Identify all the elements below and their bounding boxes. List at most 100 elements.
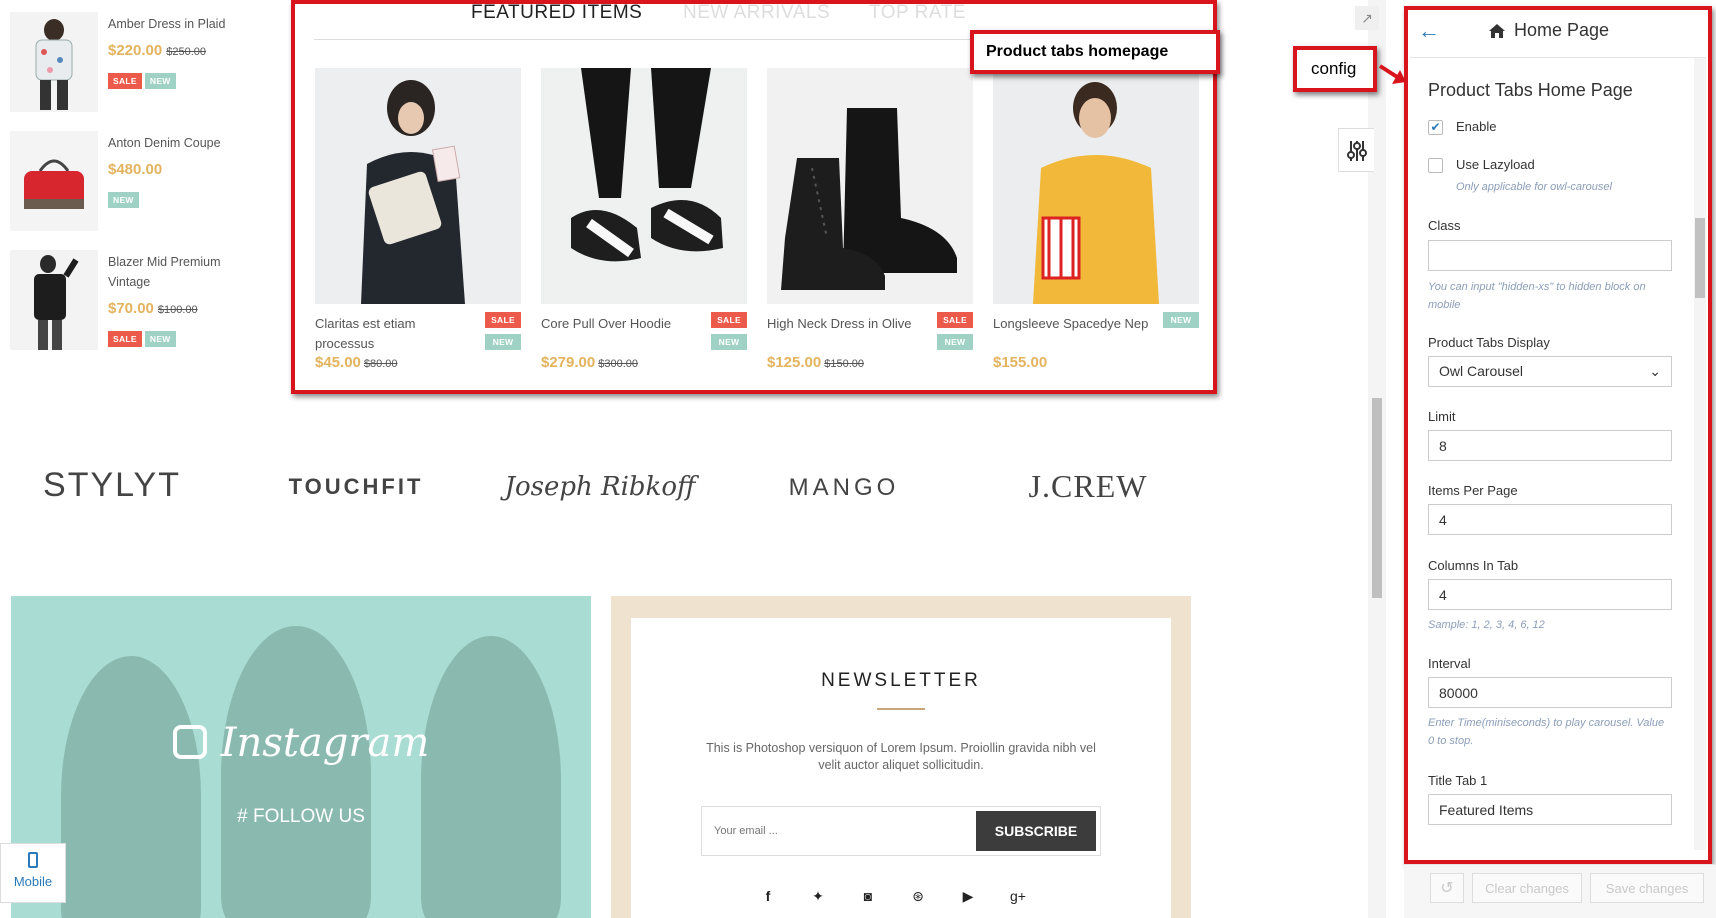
- product-name[interactable]: Core Pull Over Hoodie: [541, 314, 701, 334]
- columns-input[interactable]: [1428, 579, 1672, 610]
- page: Amber Dress in Plaid $220.00 $250.00 SALE…: [0, 0, 1716, 918]
- instagram-banner[interactable]: Instagram # FOLLOW US: [11, 596, 591, 918]
- product-name[interactable]: Amber Dress in Plaid: [108, 14, 248, 34]
- interval-note: Enter Time(miniseconds) to play carousel…: [1428, 717, 1665, 747]
- lazyload-label: Use Lazyload: [1456, 157, 1535, 172]
- badges: NEW: [1161, 312, 1199, 334]
- section-title: Product Tabs Home Page: [1428, 80, 1633, 100]
- clear-changes-button[interactable]: Clear changes: [1472, 873, 1582, 903]
- brand-logo[interactable]: Joseph Ribkoff: [500, 472, 700, 502]
- brand-logo[interactable]: MANGO: [744, 474, 944, 502]
- items-per-page-input[interactable]: [1428, 504, 1672, 535]
- back-arrow-icon[interactable]: ←: [1418, 18, 1440, 44]
- follow-us-link[interactable]: # FOLLOW US: [11, 806, 591, 828]
- items-per-page-label: Items Per Page: [1428, 483, 1518, 498]
- product-thumbnail[interactable]: [10, 12, 98, 112]
- product-image[interactable]: [541, 68, 747, 304]
- sidebar-product[interactable]: Amber Dress in Plaid $220.00 $250.00 SALE…: [10, 12, 250, 122]
- product-image[interactable]: [993, 68, 1199, 304]
- social-links: f ✦ ◙ ⊛ ▶ g+: [759, 888, 1059, 908]
- new-badge: NEW: [144, 331, 176, 347]
- product-name[interactable]: Blazer Mid Premium Vintage: [108, 252, 248, 292]
- subscribe-button[interactable]: SUBSCRIBE: [976, 811, 1096, 851]
- tab-top-rate[interactable]: TOP RATE: [869, 2, 966, 24]
- sidebar-product[interactable]: Blazer Mid Premium Vintage $70.00 $100.00…: [10, 250, 250, 360]
- product-name[interactable]: High Neck Dress in Olive: [767, 314, 927, 334]
- twitter-icon[interactable]: ✦: [809, 888, 827, 906]
- photo-silhouette: [221, 626, 371, 918]
- class-note: You can input "hidden-xs" to hidden bloc…: [1428, 281, 1646, 311]
- brand-logo[interactable]: STYLYT: [12, 466, 212, 505]
- product-name[interactable]: Claritas est etiam processus: [315, 314, 475, 354]
- price: $220.00 $250.00: [108, 42, 206, 59]
- class-label: Class: [1428, 218, 1461, 233]
- lazyload-checkbox[interactable]: [1428, 158, 1443, 173]
- price: $480.00: [108, 161, 163, 178]
- mobile-icon: [28, 852, 38, 868]
- tab-featured-items[interactable]: FEATURED ITEMS: [471, 2, 642, 24]
- interval-label: Interval: [1428, 656, 1471, 671]
- product-card[interactable]: Core Pull Over Hoodie SALE NEW $279.00 $30…: [541, 68, 747, 371]
- tab-new-arrivals[interactable]: NEW ARRIVALS: [683, 2, 830, 24]
- panel-body: Product Tabs Home Page ✔ Enable Use Lazy…: [1410, 58, 1696, 850]
- product-thumbnail[interactable]: [10, 131, 98, 231]
- sale-badge: SALE: [711, 312, 747, 328]
- mobile-preview-button[interactable]: Mobile: [0, 843, 66, 903]
- brand-logo[interactable]: J.CREW: [988, 468, 1188, 505]
- scrollbar-thumb[interactable]: [1695, 218, 1705, 298]
- customizer-settings-icon[interactable]: [1338, 128, 1374, 172]
- lazyload-note: Only applicable for owl-carousel: [1456, 181, 1612, 193]
- product-image[interactable]: [315, 68, 521, 304]
- old-price: $250.00: [166, 46, 206, 58]
- product-card[interactable]: Claritas est etiam processus SALE NEW $45…: [315, 68, 521, 371]
- columns-label: Columns In Tab: [1428, 558, 1519, 573]
- new-badge: NEW: [711, 334, 747, 350]
- title-tab1-input[interactable]: [1428, 794, 1672, 825]
- sidebar-product[interactable]: Anton Denim Coupe $480.00 NEW: [10, 131, 250, 241]
- badges: SALE NEW: [483, 312, 521, 356]
- class-input[interactable]: [1428, 240, 1672, 271]
- brand-logo[interactable]: TOUCHFIT: [256, 474, 456, 500]
- product-name[interactable]: Longsleeve Spacedye Nep: [993, 314, 1153, 334]
- instagram-icon[interactable]: ◙: [859, 888, 877, 906]
- sale-badge: SALE: [485, 312, 521, 328]
- instagram-title: Instagram: [11, 720, 591, 766]
- divider: [877, 708, 925, 710]
- google-plus-icon[interactable]: g+: [1009, 888, 1027, 906]
- undo-button[interactable]: ↺: [1430, 873, 1464, 903]
- badges: NEW: [108, 190, 142, 208]
- badges: SALE NEW: [935, 312, 973, 356]
- product-name[interactable]: Anton Denim Coupe: [108, 133, 248, 153]
- old-price: $150.00: [824, 358, 864, 370]
- price: $70.00 $100.00: [108, 300, 198, 317]
- sale-badge: SALE: [937, 312, 973, 328]
- email-input[interactable]: [702, 807, 974, 855]
- facebook-icon[interactable]: f: [759, 888, 777, 906]
- display-select[interactable]: Owl Carousel ⌄: [1428, 356, 1672, 387]
- new-badge: NEW: [108, 192, 139, 208]
- enable-checkbox[interactable]: ✔: [1428, 120, 1443, 135]
- new-badge: NEW: [144, 73, 176, 89]
- panel-scrollbar[interactable]: [1694, 58, 1706, 850]
- price: $45.00 $80.00: [315, 354, 398, 371]
- save-changes-button[interactable]: Save changes: [1590, 873, 1704, 903]
- scrollbar-thumb[interactable]: [1372, 398, 1382, 598]
- youtube-icon[interactable]: ▶: [959, 888, 977, 906]
- display-value: Owl Carousel: [1439, 363, 1524, 379]
- limit-label: Limit: [1428, 409, 1456, 424]
- product-thumbnail[interactable]: [10, 250, 98, 350]
- collapse-icon[interactable]: ↗: [1355, 6, 1379, 30]
- new-badge: NEW: [485, 334, 521, 350]
- brand-logos: STYLYT TOUCHFIT Joseph Ribkoff MANGO J.C…: [10, 460, 1200, 530]
- enable-label: Enable: [1456, 119, 1497, 134]
- limit-input[interactable]: [1428, 430, 1672, 461]
- product-image[interactable]: [767, 68, 973, 304]
- badges: SALE NEW: [709, 312, 747, 356]
- product-card[interactable]: High Neck Dress in Olive SALE NEW $125.00…: [767, 68, 973, 371]
- new-badge: NEW: [1163, 312, 1199, 328]
- product-tabs-annotation: Product tabs homepage: [970, 30, 1220, 74]
- product-card[interactable]: Longsleeve Spacedye Nep NEW $155.00: [993, 68, 1199, 371]
- config-annotation: config: [1293, 46, 1377, 92]
- interval-input[interactable]: [1428, 677, 1672, 708]
- pinterest-icon[interactable]: ⊛: [909, 888, 927, 906]
